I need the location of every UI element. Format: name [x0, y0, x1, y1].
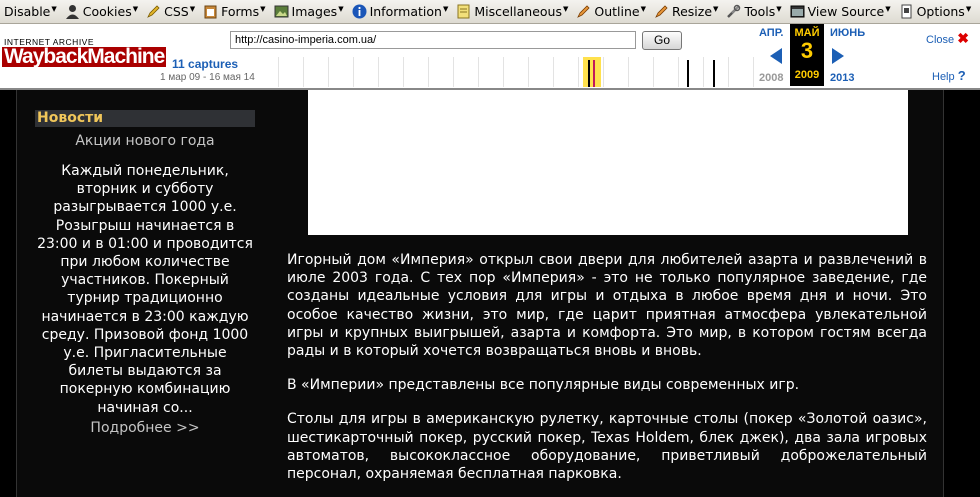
info-icon [352, 4, 367, 19]
close-icon: ✖ [957, 30, 969, 46]
prev-month-link[interactable]: АПР. [759, 27, 783, 39]
url-input[interactable]: http://casino-imperia.com.ua/ [230, 31, 636, 49]
css-label: CSS [164, 4, 189, 19]
dropdown-caret-icon: ▼ [132, 4, 139, 13]
checkmark-icon[interactable] [975, 1, 980, 23]
miscellaneous-menu[interactable]: Miscellaneous ▼ [452, 1, 572, 23]
calendar-navigator: АПР. 2008 МАЙ 3 2009 ИЮНЬ 2013 [756, 24, 874, 88]
notepad-icon [456, 4, 471, 19]
disable-label: Disable [4, 4, 51, 19]
forms-menu[interactable]: Forms ▼ [199, 1, 269, 23]
current-year: 2009 [794, 69, 820, 81]
close-button[interactable]: Close ✖ [926, 30, 969, 47]
dropdown-caret-icon: ▼ [713, 4, 719, 13]
banner-image [308, 90, 908, 235]
wrench-icon [726, 4, 741, 19]
source-window-icon [790, 4, 805, 19]
news-body: Каждый понедельник, вторник и субботу ра… [37, 163, 253, 416]
options-label: Options [916, 4, 965, 19]
read-more-link[interactable]: Подробнее >> [35, 420, 255, 436]
current-year-highlight [583, 57, 601, 87]
news-sidebar: Новости Акции нового года Каждый понедел… [35, 90, 255, 436]
outline-pencil-icon [576, 4, 591, 19]
prev-year: 2008 [759, 72, 784, 84]
article-paragraph-3: Столы для игры в американскую рулетку, к… [287, 411, 927, 483]
current-day: 3 [800, 38, 814, 63]
web-developer-toolbar: Disable ▼ Cookies ▼ CSS ▼ Forms ▼ Images ▼ In… [0, 0, 980, 24]
disable-menu[interactable]: Disable ▼ [0, 1, 61, 23]
view-source-label: View Source [807, 4, 885, 19]
help-button[interactable]: Help ? [932, 68, 966, 83]
article-paragraph-2: В «Империи» представлены все популярные … [287, 377, 800, 394]
captures-sparkline[interactable] [255, 57, 755, 87]
news-heading: Новости [35, 110, 255, 127]
help-label: Help [932, 71, 955, 83]
resize-menu[interactable]: Resize ▼ [650, 1, 722, 23]
cookies-label: Cookies [82, 4, 132, 19]
outline-label: Outline [594, 4, 640, 19]
images-menu[interactable]: Images ▼ [270, 1, 348, 23]
resize-label: Resize [671, 4, 713, 19]
options-menu[interactable]: Options ▼ [895, 1, 976, 23]
clipboard-icon [203, 4, 218, 19]
information-menu[interactable]: Information ▼ [348, 1, 453, 23]
information-label: Information [369, 4, 442, 19]
css-menu[interactable]: CSS ▼ [142, 1, 199, 23]
current-capture-date: МАЙ 3 2009 [790, 24, 824, 86]
dropdown-caret-icon: ▼ [442, 4, 449, 13]
capture-range: 1 мар 09 - 16 мая 14 [160, 72, 255, 83]
options-document-icon [899, 4, 914, 19]
dropdown-caret-icon: ▼ [965, 4, 972, 13]
dropdown-caret-icon: ▼ [885, 4, 891, 13]
cookies-menu[interactable]: Cookies ▼ [61, 1, 142, 23]
article: Игорный дом «Империя» открыл свои двери … [287, 251, 927, 497]
logo-wayback-text: WaybackMachine [2, 45, 167, 68]
image-icon [274, 4, 289, 19]
dropdown-caret-icon: ▼ [189, 4, 196, 13]
images-label: Images [291, 4, 338, 19]
page-content: Новости Акции нового года Каждый понедел… [16, 90, 944, 497]
forms-label: Forms [221, 4, 260, 19]
next-year-link[interactable]: 2013 [830, 72, 854, 84]
dropdown-caret-icon: ▼ [51, 4, 57, 13]
view-source-menu[interactable]: View Source ▼ [786, 1, 895, 23]
dropdown-caret-icon: ▼ [640, 4, 646, 13]
pencil-icon [146, 4, 161, 19]
dropdown-caret-icon: ▼ [776, 4, 782, 13]
miscellaneous-label: Miscellaneous [474, 4, 562, 19]
tools-menu[interactable]: Tools ▼ [722, 1, 785, 23]
prev-capture-arrow-icon[interactable] [770, 48, 782, 64]
dropdown-caret-icon: ▼ [338, 4, 344, 13]
next-month-link[interactable]: ИЮНЬ [830, 27, 865, 39]
resize-pencil-icon [654, 4, 669, 19]
wayback-toolbar: INTERNET ARCHIVE WaybackMachine http://c… [0, 24, 980, 90]
article-paragraph-1: Игорный дом «Империя» открыл свои двери … [287, 252, 927, 360]
news-subtitle[interactable]: Акции нового года [35, 133, 255, 149]
tools-label: Tools [744, 4, 776, 19]
dropdown-caret-icon: ▼ [260, 4, 266, 13]
help-icon: ? [957, 68, 966, 83]
go-button[interactable]: Go [642, 31, 682, 50]
next-capture-arrow-icon[interactable] [832, 48, 844, 64]
outline-menu[interactable]: Outline ▼ [572, 1, 650, 23]
dropdown-caret-icon: ▼ [562, 4, 569, 13]
cookie-person-icon [65, 4, 80, 19]
captures-link[interactable]: 11 captures [172, 57, 238, 71]
close-label: Close [926, 34, 955, 46]
wayback-logo[interactable]: INTERNET ARCHIVE WaybackMachine [0, 30, 167, 90]
